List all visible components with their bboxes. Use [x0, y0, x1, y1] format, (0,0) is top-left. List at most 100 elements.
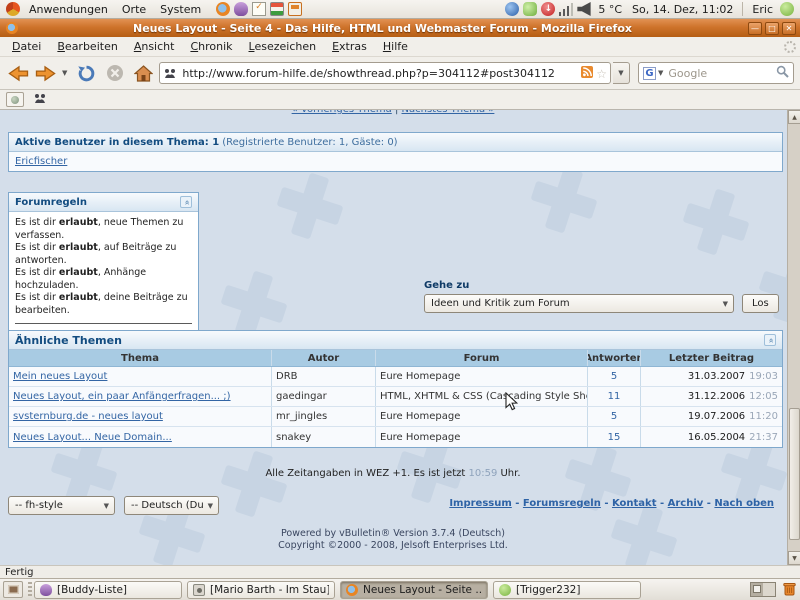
chat-status-icon	[499, 584, 511, 596]
notes-icon[interactable]	[252, 2, 266, 16]
window-title: Neues Layout - Seite 4 - Das Hilfe, HTML…	[20, 22, 745, 35]
scroll-down-icon[interactable]: ▼	[788, 551, 800, 565]
footer-link[interactable]: Impressum	[449, 498, 511, 509]
search-engine-icon[interactable]: G	[643, 67, 656, 80]
address-input[interactable]	[159, 62, 611, 84]
history-dropdown-icon[interactable]: ▼	[62, 69, 67, 77]
next-thread-link[interactable]: Nächstes Thema »	[402, 110, 495, 115]
thread-link[interactable]: Neues Layout, ein paar Anfängerfragen...…	[13, 391, 231, 402]
language-select[interactable]: -- Deutsch (Du) ▼	[124, 496, 219, 515]
network-icon[interactable]	[505, 2, 519, 16]
goto-forum-select[interactable]: Ideen und Kritik zum Forum ▼	[424, 294, 734, 313]
forum-rule-line: Es ist dir erlaubt, deine Beiträge zu be…	[15, 292, 192, 317]
menu-system[interactable]: System	[153, 3, 208, 16]
replies-link[interactable]: 5	[611, 411, 617, 422]
presence-status-icon[interactable]	[780, 2, 794, 16]
replies-cell: 5	[588, 367, 641, 386]
taskbar-button[interactable]: [Buddy-Liste]	[34, 581, 182, 599]
replies-link[interactable]: 15	[608, 432, 621, 443]
footer-link[interactable]: Archiv	[668, 498, 704, 509]
maximize-button[interactable]: □	[765, 22, 779, 35]
forward-button[interactable]	[34, 64, 58, 83]
window-titlebar[interactable]: Neues Layout - Seite 4 - Das Hilfe, HTML…	[0, 19, 800, 37]
trash-icon[interactable]	[782, 581, 797, 599]
replies-link[interactable]: 5	[611, 371, 617, 382]
scrollbar-thumb[interactable]	[789, 408, 800, 540]
forum-favicon-icon[interactable]	[34, 92, 46, 107]
collapse-icon[interactable]: «	[764, 334, 776, 346]
forum-rules-title: Forumregeln	[15, 197, 87, 208]
clock[interactable]: So, 14. Dez, 11:02	[627, 3, 738, 16]
workspace-switcher[interactable]	[750, 582, 776, 597]
panel-status-icons	[503, 2, 593, 16]
footer-link[interactable]: Forumsregeln	[523, 498, 601, 509]
show-desktop-button[interactable]	[3, 581, 23, 598]
menu-anwendungen[interactable]: Anwendungen	[22, 3, 115, 16]
reload-button[interactable]	[77, 64, 96, 83]
menu-item[interactable]: Datei	[4, 38, 49, 55]
menu-item[interactable]: Extras	[324, 38, 375, 55]
taskbar-button[interactable]: [Trigger232]	[493, 581, 641, 599]
forum-cell: Eure Homepage	[376, 407, 588, 426]
site-favicon-icon	[164, 67, 176, 82]
update-notifier-icon[interactable]	[541, 2, 555, 16]
search-engine-dropdown-icon[interactable]: ▼	[656, 69, 665, 77]
forum-rule-line: Es ist dir erlaubt, auf Beiträge zu antw…	[15, 242, 192, 267]
menu-item[interactable]: Ansicht	[126, 38, 183, 55]
menu-item[interactable]: Hilfe	[375, 38, 416, 55]
weather-temperature[interactable]: 5 °C	[593, 3, 627, 16]
search-input[interactable]	[665, 67, 776, 80]
chevron-down-icon: ▼	[718, 300, 733, 308]
collapse-icon[interactable]: «	[180, 196, 192, 208]
status-text: Fertig	[5, 567, 34, 578]
bookmark-button-icon[interactable]	[6, 92, 24, 107]
bookmark-star-icon[interactable]: ☆	[596, 68, 607, 80]
files-icon[interactable]	[270, 2, 284, 16]
presentation-icon[interactable]	[288, 2, 302, 16]
goto-submit-button[interactable]: Los	[742, 294, 779, 313]
thread-cell: svsternburg.de - neues layout	[9, 407, 272, 426]
table-row: Neues Layout... Neue Domain...snakeyEure…	[9, 427, 782, 447]
taskbar-handle[interactable]	[28, 582, 32, 598]
taskbar-button[interactable]: Neues Layout - Seite ...	[340, 581, 488, 599]
ubuntu-logo-icon[interactable]	[6, 2, 20, 16]
footer-link[interactable]: Kontakt	[612, 498, 657, 509]
vertical-scrollbar[interactable]: ▲ ▼	[787, 110, 800, 565]
pidgin-icon[interactable]	[234, 2, 248, 16]
close-button[interactable]: ✕	[782, 22, 796, 35]
lastpost-date: 31.12.2006	[688, 391, 745, 402]
column-header: Antworten	[588, 350, 641, 366]
menu-item[interactable]: Lesezeichen	[241, 38, 325, 55]
url-dropdown-button[interactable]: ▼	[613, 62, 630, 84]
active-user-link[interactable]: Ericfischer	[15, 156, 67, 167]
menu-orte[interactable]: Orte	[115, 3, 153, 16]
scroll-up-icon[interactable]: ▲	[788, 110, 800, 124]
lastpost-date: 19.07.2006	[688, 411, 745, 422]
search-magnifier-icon[interactable]	[776, 65, 789, 81]
thread-link[interactable]: Mein neues Layout	[13, 371, 107, 382]
taskbar-buttons: [Buddy-Liste] [Mario Barth - Im Stau] Neue…	[34, 581, 646, 599]
page-bottom-controls: -- fh-style ▼ -- Deutsch (Du) ▼ Impressu…	[0, 496, 786, 516]
firefox-icon	[346, 584, 358, 596]
messenger-icon[interactable]	[523, 2, 537, 16]
previous-thread-link[interactable]: « Vorheriges Thema	[292, 110, 392, 115]
replies-link[interactable]: 11	[608, 391, 621, 402]
firefox-icon[interactable]	[216, 2, 230, 16]
menu-item[interactable]: Chronik	[182, 38, 240, 55]
browser-viewport: « Vorheriges Thema | Nächstes Thema » Ak…	[0, 110, 800, 565]
thread-link[interactable]: svsternburg.de - neues layout	[13, 411, 163, 422]
volume-icon[interactable]	[577, 2, 591, 16]
signal-strength-icon[interactable]	[559, 2, 573, 16]
rss-feed-icon[interactable]	[581, 66, 593, 81]
menu-item[interactable]: Bearbeiten	[49, 38, 125, 55]
style-select[interactable]: -- fh-style ▼	[8, 496, 115, 515]
back-button[interactable]	[6, 64, 30, 83]
footer-link-separator: -	[657, 498, 668, 509]
footer-link[interactable]: Nach oben	[714, 498, 774, 509]
taskbar-button[interactable]: [Mario Barth - Im Stau]	[187, 581, 335, 599]
minimize-button[interactable]: —	[748, 22, 762, 35]
home-button[interactable]	[134, 65, 153, 82]
bookmarks-toolbar	[0, 90, 800, 110]
thread-link[interactable]: Neues Layout... Neue Domain...	[13, 432, 172, 443]
user-switcher[interactable]: Eric	[747, 3, 778, 16]
